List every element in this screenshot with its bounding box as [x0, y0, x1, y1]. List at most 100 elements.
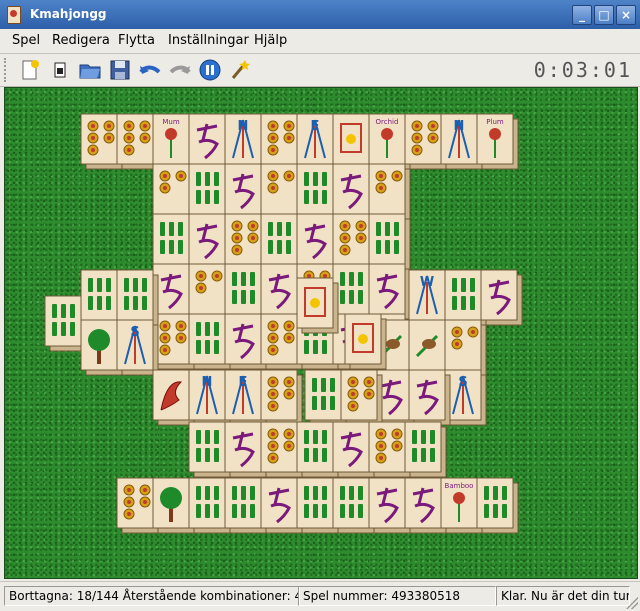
close-icon[interactable]: × [616, 5, 636, 25]
tile-season[interactable] [344, 313, 387, 370]
tile-dots[interactable] [152, 163, 195, 220]
tile-tree[interactable] [80, 319, 123, 376]
tile-wind[interactable]: E [224, 369, 267, 426]
tile-bamboo[interactable] [332, 263, 375, 320]
tile-dots[interactable] [368, 421, 411, 478]
tile-bamboo[interactable] [116, 269, 159, 326]
tile-bamboo[interactable] [188, 421, 231, 478]
tile-wind[interactable]: E [296, 113, 339, 170]
tile-dots[interactable] [368, 163, 411, 220]
tile-bamboo[interactable] [44, 295, 87, 352]
tile-bamboo[interactable] [80, 269, 123, 326]
tile-season[interactable] [296, 277, 339, 334]
tile-bamboo[interactable] [296, 163, 339, 220]
svg-text:S: S [130, 325, 139, 340]
tile-dots[interactable] [260, 313, 303, 370]
tile-dots[interactable] [340, 369, 383, 426]
menu-redigera[interactable]: Redigera [52, 33, 110, 48]
tile-char[interactable] [224, 313, 267, 370]
tile-wind[interactable]: W [408, 269, 451, 326]
tile-bamboo[interactable] [224, 477, 267, 534]
tile-bamboo[interactable] [188, 477, 231, 534]
tile-dots[interactable] [444, 319, 487, 376]
tile-season[interactable] [332, 113, 375, 170]
tile-char[interactable] [224, 421, 267, 478]
tile-dots[interactable] [224, 213, 267, 270]
tile-wind[interactable]: N [188, 369, 231, 426]
tile-char[interactable] [152, 263, 195, 320]
tile-char[interactable] [188, 113, 231, 170]
tile-layout[interactable]: Mum N E Orchid N Plum S N E W S Bamboo [5, 88, 637, 578]
tile-bird[interactable] [408, 319, 451, 376]
tile-bamboo[interactable] [332, 477, 375, 534]
minimize-icon[interactable]: _ [572, 5, 592, 25]
tile-dots[interactable] [260, 113, 303, 170]
tile-char[interactable] [332, 421, 375, 478]
tile-dots[interactable] [404, 113, 447, 170]
tile-flower[interactable]: Bamboo [440, 477, 483, 534]
tile-flower[interactable]: Mum [152, 113, 195, 170]
tile-dots[interactable] [260, 421, 303, 478]
svg-text:W: W [420, 275, 434, 290]
tile-dots[interactable] [188, 263, 231, 320]
tile-bamboo[interactable] [476, 477, 519, 534]
tile-bamboo[interactable] [368, 213, 411, 270]
tile-bamboo[interactable] [444, 269, 487, 326]
tile-char[interactable] [224, 163, 267, 220]
svg-text:N: N [202, 375, 213, 390]
pause-icon[interactable] [198, 58, 222, 82]
tile-char[interactable] [368, 263, 411, 320]
maximize-icon[interactable]: □ [594, 5, 614, 25]
tile-dots[interactable] [260, 163, 303, 220]
tile-bamboo[interactable] [404, 421, 447, 478]
resize-grip[interactable] [626, 597, 638, 609]
menu-spel[interactable]: Spel [12, 33, 40, 48]
tile-bamboo[interactable] [188, 163, 231, 220]
tile-dots[interactable] [116, 113, 159, 170]
menu-installningar[interactable]: Inställningar [168, 33, 249, 48]
tile-wind[interactable]: S [116, 319, 159, 376]
tile-tree[interactable] [152, 477, 195, 534]
save-icon[interactable] [108, 58, 132, 82]
game-board[interactable]: Mum N E Orchid N Plum S N E W S Bamboo [4, 87, 638, 579]
tile-wind[interactable]: N [440, 113, 483, 170]
game-number-icon[interactable] [48, 58, 72, 82]
tile-dots[interactable] [116, 477, 159, 534]
tile-char[interactable] [404, 477, 447, 534]
tile-bamboo[interactable] [296, 477, 339, 534]
tile-dots[interactable] [260, 369, 303, 426]
tile-char[interactable] [480, 269, 523, 326]
undo-icon[interactable] [138, 58, 162, 82]
tile-dragon[interactable] [152, 369, 195, 426]
menu-flytta[interactable]: Flytta [118, 33, 155, 48]
menu-hjalp[interactable]: Hjälp [254, 33, 287, 48]
tile-char[interactable] [408, 369, 451, 426]
tile-bamboo[interactable] [304, 369, 347, 426]
tile-dots[interactable] [152, 313, 195, 370]
open-icon[interactable] [78, 58, 102, 82]
tile-dots[interactable] [332, 213, 375, 270]
app-window: Kmahjongg _ □ × Spel Redigera Flytta Ins… [0, 0, 640, 611]
new-game-icon[interactable] [18, 58, 42, 82]
tile-flower[interactable]: Plum [476, 113, 519, 170]
toolbar-grip[interactable] [4, 58, 9, 82]
tile-bamboo[interactable] [260, 213, 303, 270]
tile-char[interactable] [332, 163, 375, 220]
tile-flower[interactable]: Orchid [368, 113, 411, 170]
tile-char[interactable] [296, 213, 339, 270]
tile-char[interactable] [188, 213, 231, 270]
tile-wind[interactable]: S [444, 369, 487, 426]
tile-bamboo[interactable] [152, 213, 195, 270]
hint-icon[interactable] [228, 58, 252, 82]
tile-bamboo[interactable] [188, 313, 231, 370]
redo-icon[interactable] [168, 58, 192, 82]
tile-char[interactable] [260, 263, 303, 320]
svg-text:Plum: Plum [486, 118, 504, 126]
tile-char[interactable] [368, 477, 411, 534]
tile-wind[interactable]: N [224, 113, 267, 170]
tile-bamboo[interactable] [296, 421, 339, 478]
tile-bamboo[interactable] [224, 263, 267, 320]
tile-dots[interactable] [80, 113, 123, 170]
tile-char[interactable] [260, 477, 303, 534]
kmahjongg-app-icon[interactable] [7, 6, 21, 24]
